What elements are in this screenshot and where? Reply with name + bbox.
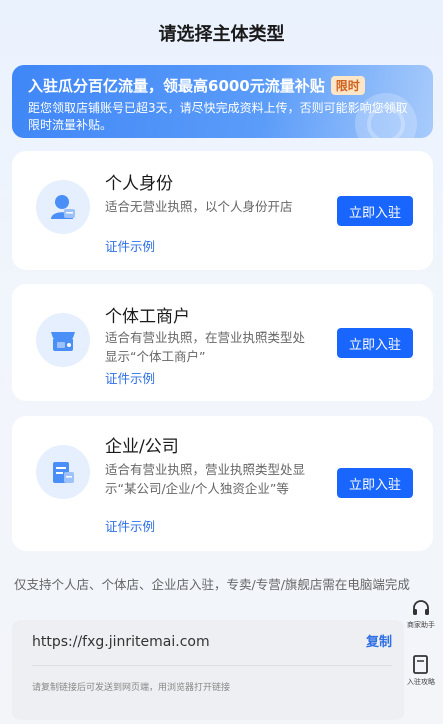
page-title: 请选择主体类型 [158, 24, 285, 45]
limited-time-badge: 限时 [330, 76, 365, 95]
card-description: 适合有营业执照，营业执照类型处显示“某公司/企业/个人独资企业”等 [105, 462, 306, 496]
copy-tip: 请复制链接后可发送到网页端，用浏览器打开链接 [32, 683, 231, 693]
pc-url[interactable]: https://fxg.jinritemai.com [32, 634, 210, 650]
card-personal[interactable]: 个人身份 适合无营业执照，以个人身份开店 证件示例 立即入驻 [12, 151, 433, 270]
company-icon [36, 445, 90, 499]
join-now-button[interactable]: 立即入驻 [337, 196, 413, 226]
person-icon [36, 180, 90, 234]
card-title: 企业/公司 [105, 437, 179, 457]
banner-headline-text: 入驻瓜分百亿流量，领最高6000元流量补贴 [28, 77, 325, 95]
book-icon [403, 655, 439, 675]
join-now-button[interactable]: 立即入驻 [337, 328, 413, 358]
copy-button[interactable]: 复制 [366, 631, 392, 650]
merchant-helper-button[interactable]: 商家助手 [403, 598, 439, 630]
card-title: 个人身份 [105, 174, 173, 194]
join-guide-button[interactable]: 入驻攻略 [403, 655, 439, 687]
card-company[interactable]: 企业/公司 适合有营业执照，营业执照类型处显示“某公司/企业/个人独资企业”等 … [12, 416, 433, 551]
banner-headline: 入驻瓜分百亿流量，领最高6000元流量补贴 限时 [28, 75, 417, 96]
shop-icon [36, 313, 90, 367]
promo-banner[interactable]: 入驻瓜分百亿流量，领最高6000元流量补贴 限时 距您领取店铺账号已超3天，请尽… [12, 65, 433, 138]
certificate-example-link[interactable]: 证件示例 [105, 368, 155, 387]
join-guide-label: 入驻攻略 [407, 678, 435, 686]
link-box: https://fxg.jinritemai.com 复制 请复制链接后可发送到… [12, 620, 404, 720]
card-individual-business[interactable]: 个体工商户 适合有营业执照，在营业执照类型处显示“个体工商户” 证件示例 立即入… [12, 284, 433, 401]
headset-icon [403, 598, 439, 618]
join-now-button[interactable]: 立即入驻 [337, 468, 413, 498]
card-description: 适合有营业执照，在营业执照类型处显示“个体工商户” [105, 330, 306, 364]
card-title: 个体工商户 [105, 307, 190, 327]
card-description: 适合无营业执照，以个人身份开店 [105, 199, 293, 214]
banner-subtext: 距您领取店铺账号已超3天，请尽快完成资料上传，否则可能影响您领取限时流量补贴。 [28, 101, 408, 132]
divider [32, 665, 392, 666]
merchant-helper-label: 商家助手 [407, 621, 435, 629]
support-note: 仅支持个人店、个体店、企业店入驻，专卖/专营/旗舰店需在电脑端完成 [14, 577, 410, 592]
certificate-example-link[interactable]: 证件示例 [105, 236, 155, 255]
certificate-example-link[interactable]: 证件示例 [105, 516, 155, 535]
